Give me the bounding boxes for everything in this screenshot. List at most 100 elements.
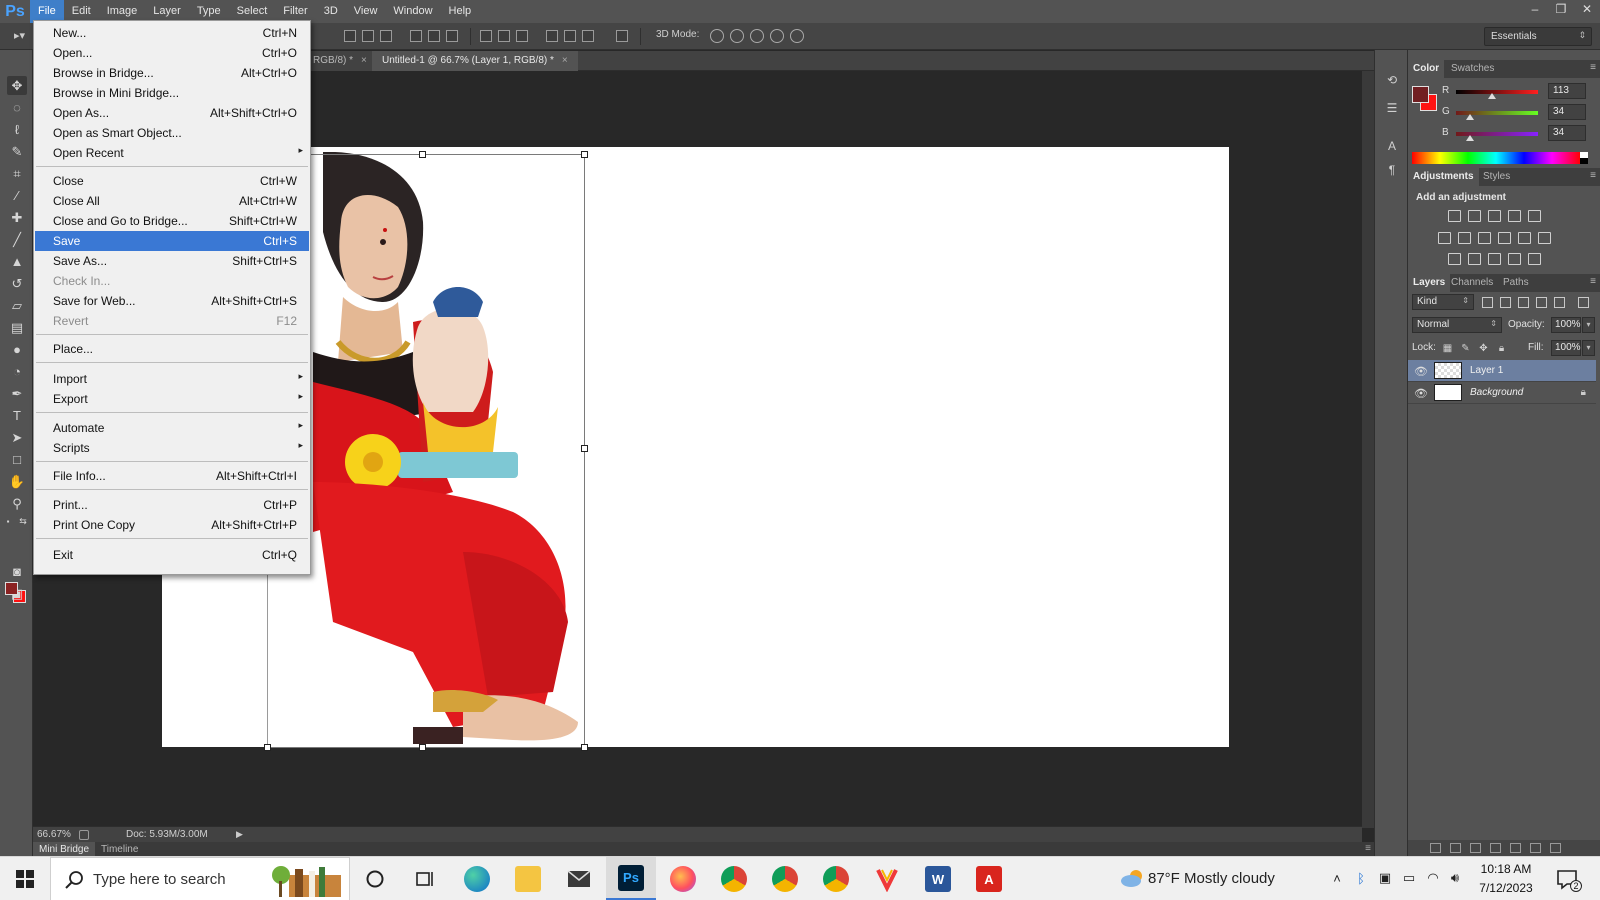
blue-value-field[interactable]: 34 — [1548, 125, 1586, 141]
align-vcenter-icon[interactable] — [362, 30, 374, 42]
paragraph-panel-icon[interactable]: ¶ — [1383, 162, 1401, 178]
delete-layer-icon[interactable] — [1550, 843, 1561, 853]
taskbar-photoshop[interactable]: Ps — [606, 857, 656, 900]
add-mask-icon[interactable] — [1470, 843, 1481, 853]
taskbar-firefox[interactable] — [658, 857, 708, 900]
menu-item-close-and-go-to-bridge[interactable]: Close and Go to Bridge... Shift+Ctrl+W — [35, 211, 309, 231]
menu-item-save-as[interactable]: Save As... Shift+Ctrl+S — [35, 251, 309, 271]
history-brush-tool-icon[interactable]: ↺ — [7, 274, 27, 293]
vertical-scrollbar[interactable] — [1362, 71, 1374, 828]
layer-row[interactable]: 👁︎ Background 🔒︎ — [1408, 382, 1596, 404]
vibrance-icon[interactable] — [1528, 210, 1541, 222]
filter-type-icon[interactable] — [1518, 297, 1529, 308]
taskbar-file-explorer[interactable] — [503, 857, 553, 900]
marquee-tool-icon[interactable]: ◌ — [7, 98, 27, 117]
opacity-field[interactable]: 100% — [1551, 317, 1581, 333]
type-tool-icon[interactable]: T — [7, 406, 27, 425]
menu-view[interactable]: View — [346, 0, 386, 23]
distribute-hcenter-icon[interactable] — [564, 30, 576, 42]
pen-tool-icon[interactable]: ✒ — [7, 384, 27, 403]
opacity-dropdown-icon[interactable]: ▾ — [1582, 317, 1595, 333]
filter-pixel-icon[interactable] — [1482, 297, 1493, 308]
filter-smart-object-icon[interactable] — [1554, 297, 1565, 308]
history-panel-icon[interactable]: ⟲ — [1383, 72, 1401, 88]
panel-menu-icon[interactable]: ≡ — [1590, 170, 1596, 181]
channel-mixer-icon[interactable] — [1518, 232, 1531, 244]
character-panel-icon[interactable]: A — [1383, 138, 1401, 154]
lock-position-icon[interactable]: ✥ — [1478, 343, 1489, 354]
black-white-ramp[interactable] — [1580, 152, 1588, 164]
filter-adjustment-icon[interactable] — [1500, 297, 1511, 308]
menu-window[interactable]: Window — [385, 0, 440, 23]
distribute-left-icon[interactable] — [546, 30, 558, 42]
rectangle-tool-icon[interactable]: □ — [7, 450, 27, 469]
taskbar-cortana[interactable] — [350, 857, 400, 900]
panel-menu-icon[interactable]: ≡ — [1590, 62, 1596, 73]
transform-handle[interactable] — [581, 445, 588, 452]
taskbar-edge[interactable] — [452, 857, 502, 900]
menu-item-open-recent[interactable]: Open Recent ▸ — [35, 143, 309, 163]
swap-colors-icon[interactable]: ⇆ — [17, 512, 29, 531]
selective-color-icon[interactable] — [1508, 253, 1521, 265]
levels-icon[interactable] — [1468, 210, 1481, 222]
distribute-top-icon[interactable] — [480, 30, 492, 42]
menu-item-print-one-copy[interactable]: Print One Copy Alt+Shift+Ctrl+P — [35, 515, 309, 535]
layer-name[interactable]: Background — [1470, 387, 1523, 398]
tab-styles[interactable]: Styles — [1478, 168, 1515, 186]
taskbar-task-view[interactable] — [400, 857, 450, 900]
foreground-color-swatch[interactable] — [1412, 86, 1429, 103]
taskbar-chrome-2[interactable] — [760, 857, 810, 900]
3d-pan-icon[interactable] — [750, 29, 764, 43]
menu-item-save[interactable]: Save Ctrl+S — [35, 231, 309, 251]
close-window-button[interactable]: ✕ — [1574, 0, 1600, 18]
taskbar-mail[interactable] — [554, 857, 604, 900]
eye-icon[interactable]: 👁︎ — [1414, 387, 1428, 400]
menu-item-exit[interactable]: Exit Ctrl+Q — [35, 545, 309, 565]
fill-field[interactable]: 100% — [1551, 340, 1581, 356]
green-slider-thumb[interactable] — [1466, 114, 1474, 120]
red-channel-slider[interactable]: R 113 — [1442, 83, 1592, 100]
clone-stamp-tool-icon[interactable]: ▲ — [7, 252, 27, 271]
menu-item-scripts[interactable]: Scripts ▸ — [35, 438, 309, 458]
blue-slider-thumb[interactable] — [1466, 135, 1474, 141]
red-slider-thumb[interactable] — [1488, 93, 1496, 99]
link-layers-icon[interactable] — [1430, 843, 1441, 853]
3d-scale-icon[interactable] — [790, 29, 804, 43]
blend-mode-select[interactable]: Normal ⇕ — [1412, 317, 1502, 333]
tab-channels[interactable]: Channels — [1446, 274, 1498, 292]
align-hcenter-icon[interactable] — [428, 30, 440, 42]
black-white-icon[interactable] — [1478, 232, 1491, 244]
green-value-field[interactable]: 34 — [1548, 104, 1586, 120]
zoom-tool-icon[interactable]: ⚲ — [7, 494, 27, 513]
eye-icon[interactable]: 👁︎ — [1414, 365, 1428, 378]
layer-row[interactable]: 👁︎ Layer 1 — [1408, 360, 1596, 382]
menu-item-import[interactable]: Import ▸ — [35, 369, 309, 389]
dodge-tool-icon[interactable]: ◔ — [7, 362, 27, 381]
menu-item-export[interactable]: Export ▸ — [35, 389, 309, 409]
tab-adjustments[interactable]: Adjustments — [1408, 168, 1479, 186]
tab-layers[interactable]: Layers — [1408, 274, 1451, 292]
menu-item-save-for-web[interactable]: Save for Web... Alt+Shift+Ctrl+S — [35, 291, 309, 311]
menu-item-open-as[interactable]: Open As... Alt+Shift+Ctrl+O — [35, 103, 309, 123]
doc-tab-2[interactable]: Untitled-1 @ 66.7% (Layer 1, RGB/8) * × — [372, 51, 578, 71]
transform-handle[interactable] — [419, 151, 426, 158]
clock-date[interactable]: 7/12/2023 — [1470, 881, 1542, 895]
lock-all-icon[interactable]: 🔒︎ — [1496, 343, 1507, 354]
filter-shape-icon[interactable] — [1536, 297, 1547, 308]
close-tab-icon[interactable]: × — [562, 55, 568, 66]
menu-item-print[interactable]: Print... Ctrl+P — [35, 495, 309, 515]
quick-mask-icon[interactable]: ◙ — [7, 562, 27, 581]
layer-filter-kind-select[interactable]: Kind ⇕ — [1412, 294, 1474, 310]
auto-align-layers-icon[interactable] — [616, 30, 628, 42]
layer-style-fx-icon[interactable] — [1450, 843, 1461, 853]
quick-select-tool-icon[interactable]: ✎ — [7, 142, 27, 161]
green-channel-slider[interactable]: G 34 — [1442, 104, 1592, 121]
transform-handle[interactable] — [264, 744, 271, 751]
fill-dropdown-icon[interactable]: ▾ — [1582, 340, 1595, 356]
menu-item-close-all[interactable]: Close All Alt+Ctrl+W — [35, 191, 309, 211]
3d-rotate-icon[interactable] — [710, 29, 724, 43]
lasso-tool-icon[interactable]: ℓ — [7, 120, 27, 139]
new-adjustment-layer-icon[interactable] — [1490, 843, 1501, 853]
tab-mini-bridge[interactable]: Mini Bridge — [33, 842, 96, 857]
wifi-icon[interactable]: ◠ — [1424, 869, 1442, 887]
